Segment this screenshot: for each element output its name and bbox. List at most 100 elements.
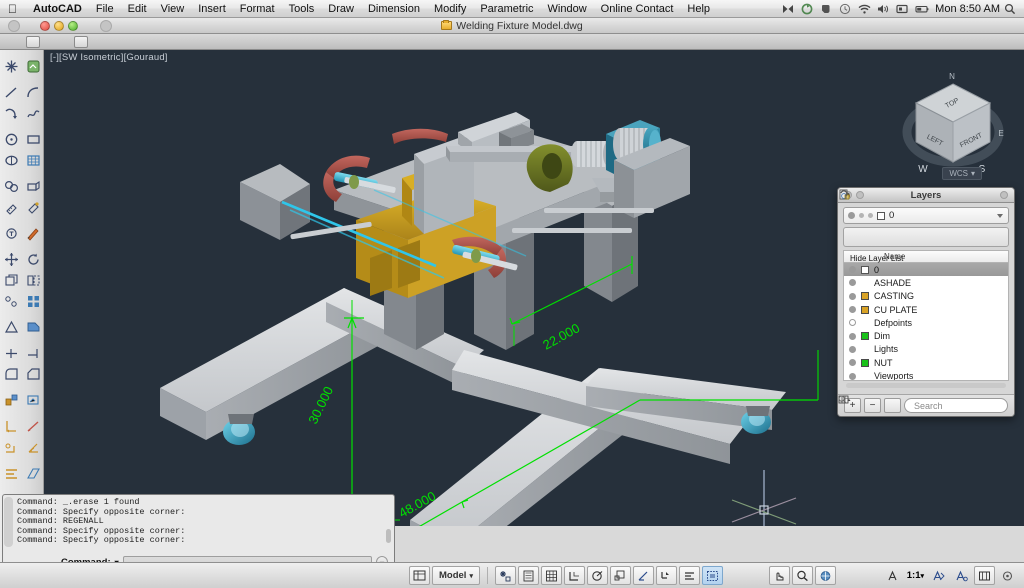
layout-grid-icon[interactable] xyxy=(409,566,430,585)
polyline-tool-icon[interactable] xyxy=(0,103,22,124)
mirror-tool-icon[interactable] xyxy=(22,270,44,291)
menu-parametric[interactable]: Parametric xyxy=(473,0,540,18)
gradient-tool-icon[interactable] xyxy=(22,197,44,218)
volume-icon[interactable] xyxy=(877,3,889,15)
grid-display-icon[interactable] xyxy=(540,566,562,585)
steering-wheel-icon[interactable] xyxy=(814,566,836,585)
dimension-style-icon[interactable] xyxy=(0,463,22,484)
status-menu-icon[interactable] xyxy=(997,566,1018,585)
stretch-tool-icon[interactable] xyxy=(22,317,44,338)
model-tab-button[interactable]: Model ▾ xyxy=(432,566,480,585)
wifi-icon[interactable] xyxy=(858,3,871,15)
ucs-selector[interactable]: WCS ▾ xyxy=(942,167,982,180)
titlebar-extra-control-right[interactable] xyxy=(100,20,112,32)
menu-format[interactable]: Format xyxy=(233,0,282,18)
new-layer-vp-icon[interactable] xyxy=(839,189,881,245)
menu-tools[interactable]: Tools xyxy=(282,0,322,18)
layers-palette[interactable]: Layers 0 Name Hide Layer List 0 ASHADE C… xyxy=(837,187,1015,417)
line-tool-icon[interactable] xyxy=(0,82,22,103)
lineweight-icon[interactable] xyxy=(701,566,723,585)
osnap-tracking-icon[interactable] xyxy=(632,566,654,585)
menu-online-contact[interactable]: Online Contact xyxy=(594,0,681,18)
layer-visibility-icon[interactable] xyxy=(849,345,856,353)
snap-mode-icon[interactable] xyxy=(517,566,539,585)
remove-layer-button[interactable]: − xyxy=(864,398,881,413)
zoom-icon[interactable] xyxy=(791,566,813,585)
angular-dimension-icon[interactable] xyxy=(22,437,44,458)
layer-list[interactable]: 0 ASHADE CASTING CU PLATE Defpoints Dim … xyxy=(843,262,1009,381)
apple-logo-icon[interactable]:  xyxy=(0,3,26,15)
array-tool-icon[interactable] xyxy=(0,291,22,312)
infer-constraints-icon[interactable] xyxy=(494,566,516,585)
layer-list-item[interactable]: Defpoints xyxy=(844,316,1008,329)
butterfly-icon[interactable] xyxy=(782,3,794,15)
polar-tracking-icon[interactable] xyxy=(586,566,608,585)
layer-visibility-icon[interactable] xyxy=(849,279,856,287)
evernote-icon[interactable] xyxy=(820,3,832,15)
clock-icon[interactable] xyxy=(839,3,851,15)
palette-minimize-icon[interactable] xyxy=(856,191,864,199)
text-tool-icon[interactable] xyxy=(0,223,22,244)
layer-visibility-icon[interactable] xyxy=(849,319,856,327)
layer-color-swatch[interactable] xyxy=(861,332,869,341)
layer-color-swatch[interactable] xyxy=(861,358,869,367)
annotation-visibility-icon[interactable] xyxy=(928,566,949,585)
layer-list-item[interactable]: Lights xyxy=(844,343,1008,356)
filter-dropdown-icon[interactable] xyxy=(74,36,88,48)
layer-list-item[interactable]: Viewports xyxy=(844,369,1008,380)
drawing-canvas[interactable]: [-][SW Isometric][Gouraud] 22.000 30.000… xyxy=(44,50,1024,526)
allow-ucs-icon[interactable] xyxy=(655,566,677,585)
object-snap-icon[interactable] xyxy=(609,566,631,585)
layer-states-icon[interactable] xyxy=(839,189,899,245)
point-tool-icon[interactable] xyxy=(0,56,22,77)
layer-list-item[interactable]: ASHADE xyxy=(844,276,1008,289)
layer-search-input[interactable]: Search xyxy=(838,395,1008,413)
explode-tool-icon[interactable] xyxy=(0,390,22,411)
close-button[interactable] xyxy=(40,21,50,31)
annotation-scale-icon[interactable] xyxy=(882,566,903,585)
layer-freeze-icon[interactable] xyxy=(859,213,864,218)
layer-isolate-icon[interactable] xyxy=(840,190,952,245)
menu-view[interactable]: View xyxy=(154,0,192,18)
aligned-dimension-icon[interactable] xyxy=(22,416,44,437)
minimize-button[interactable] xyxy=(54,21,64,31)
fillet-tool-icon[interactable] xyxy=(0,364,22,385)
layout-toggle-icon[interactable] xyxy=(26,36,40,48)
layer-visibility-icon[interactable] xyxy=(849,332,856,340)
menu-modify[interactable]: Modify xyxy=(427,0,473,18)
layer-list-item[interactable]: CU PLATE xyxy=(844,303,1008,316)
layer-list-scrollbar[interactable] xyxy=(846,383,1006,388)
rectangular-array-icon[interactable] xyxy=(22,291,44,312)
spline-tool-icon[interactable] xyxy=(22,103,44,124)
layer-visibility-icon[interactable] xyxy=(849,372,856,380)
copy-tool-icon[interactable] xyxy=(0,270,22,291)
arc-tool-icon[interactable] xyxy=(22,82,44,103)
annotation-scale-value[interactable]: 1:1▾ xyxy=(905,570,926,581)
block-tool-icon[interactable] xyxy=(0,176,22,197)
menu-file[interactable]: File xyxy=(89,0,121,18)
layer-lock-icon[interactable] xyxy=(868,213,873,218)
menu-draw[interactable]: Draw xyxy=(321,0,361,18)
layer-unisolate-icon[interactable] xyxy=(840,190,970,245)
table-tool-icon[interactable] xyxy=(22,150,44,171)
layer-visibility-icon[interactable] xyxy=(849,359,856,367)
layer-freeze-icon[interactable] xyxy=(839,189,917,245)
layer-color-swatch[interactable] xyxy=(877,211,885,220)
display-icon[interactable] xyxy=(896,3,908,15)
layer-color-swatch[interactable] xyxy=(861,292,869,301)
layer-off-icon[interactable] xyxy=(839,189,934,245)
rectangle-tool-icon[interactable] xyxy=(22,129,44,150)
insert-block-icon[interactable] xyxy=(22,176,44,197)
layer-visibility-icon[interactable] xyxy=(849,306,856,314)
new-layer-icon[interactable] xyxy=(839,189,863,245)
palette-options-icon[interactable] xyxy=(1000,191,1008,199)
layer-color-swatch[interactable] xyxy=(861,305,869,314)
layer-list-item[interactable]: CASTING xyxy=(844,290,1008,303)
sync-icon[interactable] xyxy=(801,3,813,15)
layer-lock-icon[interactable] xyxy=(840,190,988,245)
multiline-text-icon[interactable] xyxy=(22,223,44,244)
layer-color-swatch[interactable] xyxy=(861,265,869,274)
menu-dimension[interactable]: Dimension xyxy=(361,0,427,18)
menu-window[interactable]: Window xyxy=(541,0,594,18)
command-scrollbar-right[interactable] xyxy=(386,529,391,543)
